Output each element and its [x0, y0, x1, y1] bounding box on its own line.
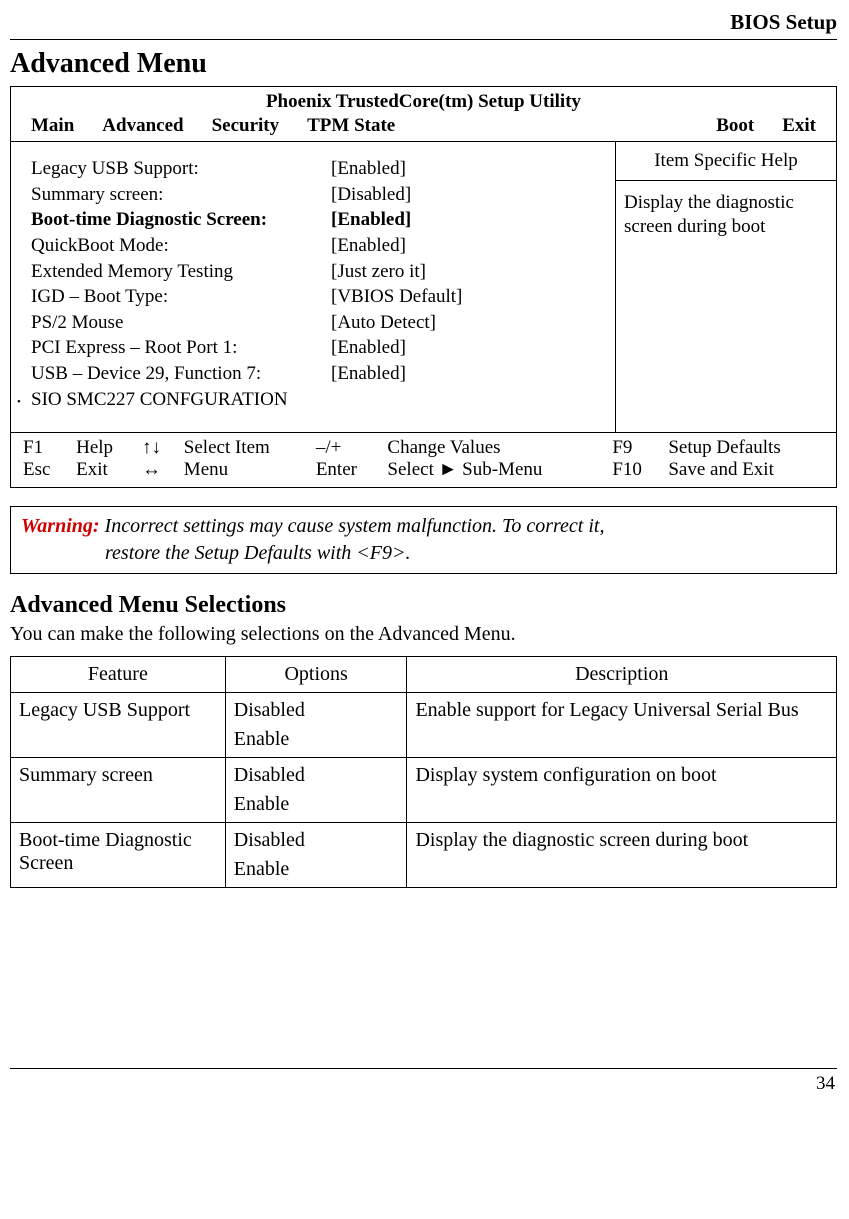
cell-description: Enable support for Legacy Universal Seri…: [407, 693, 837, 758]
f1-key: F1: [17, 437, 70, 459]
warning-label: Warning:: [21, 515, 100, 537]
tab-security[interactable]: Security: [212, 115, 280, 137]
enter-key: Enter: [310, 459, 382, 481]
setting-row[interactable]: PS/2 Mouse [Auto Detect]: [31, 310, 607, 336]
option-value: Disabled: [234, 699, 399, 722]
setting-row[interactable]: USB – Device 29, Function 7: [Enabled]: [31, 361, 607, 387]
option-value: Disabled: [234, 829, 399, 852]
cell-options: Disabled Enable: [225, 693, 407, 758]
section-heading: Advanced Menu: [10, 48, 837, 80]
setting-label: Extended Memory Testing: [31, 259, 331, 285]
settings-column: Legacy USB Support:[Enabled]Summary scre…: [11, 142, 615, 432]
setting-value[interactable]: [Enabled]: [331, 233, 406, 259]
leftright-icon: ↔: [136, 459, 178, 481]
setting-label: PS/2 Mouse: [31, 310, 331, 336]
tab-advanced[interactable]: Advanced: [102, 115, 183, 137]
option-value: Disabled: [234, 764, 399, 787]
setting-label: Legacy USB Support:: [31, 156, 331, 182]
setting-row[interactable]: Boot-time Diagnostic Screen:[Enabled]: [31, 207, 607, 233]
select-item-label: Select Item: [178, 437, 310, 459]
cell-feature: Legacy USB Support: [11, 693, 226, 758]
selections-table: Feature Options Description Legacy USB S…: [10, 656, 837, 888]
warning-line2: restore the Setup Defaults with <F9>.: [21, 540, 826, 567]
esc-key: Esc: [17, 459, 70, 481]
header-rule: [10, 39, 837, 40]
cell-options: Disabled Enable: [225, 823, 407, 888]
bios-footer: F1 Help ↑↓ Select Item –/+ Change Values…: [11, 433, 836, 487]
setting-value[interactable]: [Just zero it]: [331, 259, 426, 285]
change-values-label: Change Values: [381, 437, 606, 459]
tab-boot[interactable]: Boot: [716, 115, 754, 137]
table-row: Boot-time Diagnostic Screen Disabled Enabl…: [11, 823, 837, 888]
f10-key: F10: [606, 459, 662, 481]
warning-line1: Incorrect settings may cause system malf…: [105, 515, 605, 537]
setting-value[interactable]: [VBIOS Default]: [331, 284, 462, 310]
col-feature: Feature: [11, 657, 226, 693]
setting-row[interactable]: Legacy USB Support:[Enabled]: [31, 156, 607, 182]
option-value: Enable: [234, 793, 399, 816]
setting-value[interactable]: [Auto Detect]: [331, 310, 436, 336]
plusminus-key: –/+: [310, 437, 382, 459]
submenu-row[interactable]: • SIO SMC227 CONFGURATION: [17, 387, 607, 413]
setting-label: PCI Express – Root Port 1:: [31, 335, 331, 361]
page-header: BIOS Setup: [10, 10, 837, 37]
setting-value[interactable]: [Enabled]: [331, 361, 406, 387]
setting-label: Summary screen:: [31, 182, 331, 208]
help-title: Item Specific Help: [616, 142, 836, 181]
table-row: Summary screen Disabled Enable Display syst…: [11, 758, 837, 823]
esc-action: Exit: [70, 459, 136, 481]
cell-description: Display the diagnostic screen during boo…: [407, 823, 837, 888]
table-row: Legacy USB Support Disabled Enable Enable s…: [11, 693, 837, 758]
cell-description: Display system configuration on boot: [407, 758, 837, 823]
warning-box: Warning: Incorrect settings may cause sy…: [10, 506, 837, 574]
page-number: 34: [10, 1073, 837, 1095]
setting-value[interactable]: [Enabled]: [331, 335, 406, 361]
cell-feature: Summary screen: [11, 758, 226, 823]
f9-key: F9: [606, 437, 662, 459]
submenu-bullet-icon: •: [17, 391, 31, 410]
cell-feature: Boot-time Diagnostic Screen: [11, 823, 226, 888]
tab-exit[interactable]: Exit: [782, 115, 816, 137]
cell-options: Disabled Enable: [225, 758, 407, 823]
setting-label: USB – Device 29, Function 7:: [31, 361, 331, 387]
setting-label: QuickBoot Mode:: [31, 233, 331, 259]
bios-tabs: Main Advanced Security TPM State Boot Ex…: [11, 113, 836, 141]
select-submenu-label: Select ► Sub-Menu: [381, 459, 606, 481]
footer-rule: [10, 1068, 837, 1069]
option-value: Enable: [234, 728, 399, 751]
setting-row[interactable]: Extended Memory Testing[Just zero it]: [31, 259, 607, 285]
setting-value[interactable]: [Disabled]: [331, 182, 411, 208]
f1-action: Help: [70, 437, 136, 459]
col-options: Options: [225, 657, 407, 693]
save-exit-label: Save and Exit: [662, 459, 830, 481]
menu-label: Menu: [178, 459, 310, 481]
bios-box: Phoenix TrustedCore(tm) Setup Utility Ma…: [10, 86, 837, 488]
tab-main[interactable]: Main: [31, 115, 74, 137]
subsection-intro: You can make the following selections on…: [10, 623, 837, 646]
setting-row[interactable]: QuickBoot Mode:[Enabled]: [31, 233, 607, 259]
setting-label: Boot-time Diagnostic Screen:: [31, 207, 331, 233]
setting-value[interactable]: [Enabled]: [331, 156, 406, 182]
bios-title: Phoenix TrustedCore(tm) Setup Utility: [11, 87, 836, 113]
setting-value[interactable]: [Enabled]: [331, 207, 411, 233]
submenu-label: SIO SMC227 CONFGURATION: [31, 387, 288, 413]
setup-defaults-label: Setup Defaults: [662, 437, 830, 459]
option-value: Enable: [234, 858, 399, 881]
setting-row[interactable]: PCI Express – Root Port 1: [Enabled]: [31, 335, 607, 361]
setting-label: IGD – Boot Type:: [31, 284, 331, 310]
setting-row[interactable]: IGD – Boot Type: [VBIOS Default]: [31, 284, 607, 310]
setting-row[interactable]: Summary screen:[Disabled]: [31, 182, 607, 208]
help-column: Item Specific Help Display the diagnosti…: [615, 142, 836, 432]
help-text: Display the diagnostic screen during boo…: [616, 181, 836, 249]
subsection-heading: Advanced Menu Selections: [10, 592, 837, 619]
tab-tpm-state[interactable]: TPM State: [307, 115, 395, 137]
updown-icon: ↑↓: [136, 437, 178, 459]
col-description: Description: [407, 657, 837, 693]
